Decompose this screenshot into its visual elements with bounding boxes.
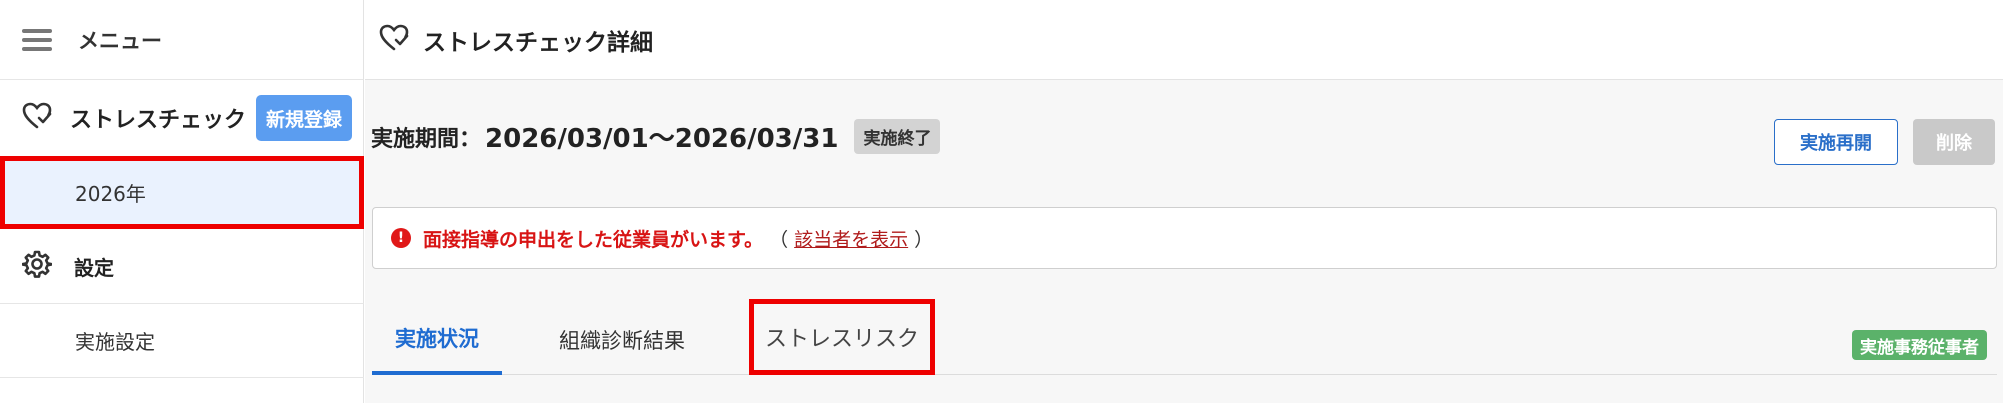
gear-icon bbox=[21, 249, 53, 283]
resume-button[interactable]: 実施再開 bbox=[1774, 119, 1898, 165]
heart-check-icon bbox=[22, 102, 52, 134]
alert-message: 面接指導の申出をした従業員がいます。 bbox=[423, 228, 764, 251]
period-value: 2026/03/01〜2026/03/31 bbox=[485, 124, 839, 154]
sidebar-menu-header[interactable]: メニュー bbox=[0, 0, 363, 80]
sidebar-item-label: ストレスチェック bbox=[70, 108, 247, 133]
tab-bar: 実施状況 組織診断結果 ストレスリスク bbox=[372, 299, 1997, 375]
exclamation-icon: ! bbox=[391, 228, 411, 248]
alert-paren-open: （ bbox=[769, 228, 789, 251]
sidebar: メニュー ストレスチェック 新規登録 2026年 設定 実施設定 bbox=[0, 0, 364, 403]
tab-implementation-status[interactable]: 実施状況 bbox=[372, 305, 502, 375]
tab-stress-risk[interactable]: ストレスリスク bbox=[749, 299, 935, 375]
role-badge: 実施事務従事者 bbox=[1852, 330, 1987, 360]
heart-check-icon bbox=[379, 24, 409, 56]
page-title: ストレスチェック詳細 bbox=[423, 29, 653, 56]
sidebar-item-impl-settings[interactable]: 実施設定 bbox=[0, 304, 364, 378]
sidebar-item-label: 設定 bbox=[74, 255, 114, 280]
main-content: ストレスチェック詳細 実施期間： 2026/03/01〜2026/03/31 実… bbox=[365, 0, 2003, 403]
delete-button[interactable]: 削除 bbox=[1913, 119, 1995, 165]
period-label: 実施期間： bbox=[371, 126, 482, 152]
alert-paren-close: ） bbox=[914, 228, 934, 251]
status-badge: 実施終了 bbox=[854, 119, 941, 154]
period-row: 実施期間： 2026/03/01〜2026/03/31 実施終了 bbox=[371, 118, 941, 155]
tab-organization-diagnosis[interactable]: 組織診断結果 bbox=[547, 305, 697, 375]
menu-label: メニュー bbox=[78, 28, 162, 53]
sidebar-item-2026[interactable]: 2026年 bbox=[0, 156, 364, 229]
hamburger-menu-icon[interactable] bbox=[22, 28, 52, 51]
main-header: ストレスチェック詳細 bbox=[365, 0, 2003, 80]
show-applicants-link[interactable]: 該当者を表示 bbox=[794, 225, 908, 252]
sidebar-item-settings[interactable]: 設定 bbox=[0, 229, 364, 304]
new-registration-button[interactable]: 新規登録 bbox=[255, 95, 352, 141]
alert-banner: ! 面接指導の申出をした従業員がいます。 （ 該当者を表示 ） bbox=[372, 207, 1997, 269]
sidebar-item-stress-check[interactable]: ストレスチェック 新規登録 bbox=[0, 80, 364, 156]
